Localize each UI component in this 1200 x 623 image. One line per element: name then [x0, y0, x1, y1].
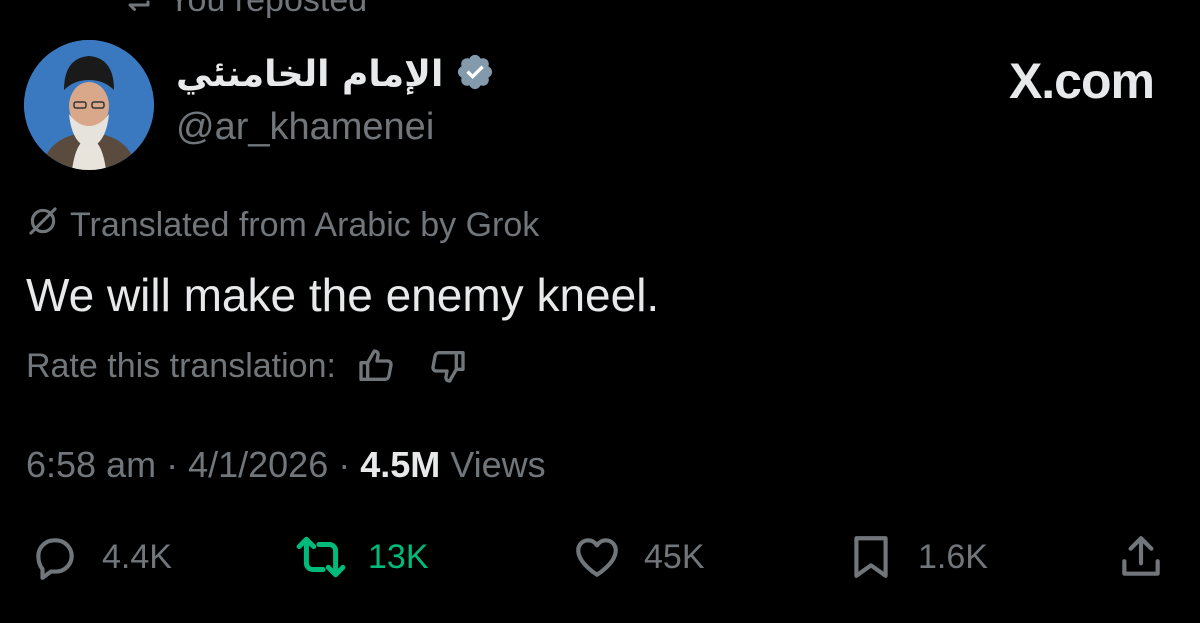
heart-icon — [576, 538, 618, 577]
thumbs-down-icon — [431, 350, 465, 383]
translation-notice: Translated from Arabic by Grok — [26, 204, 539, 247]
rate-translation-label: Rate this translation: — [26, 346, 336, 385]
repost-icon — [296, 536, 346, 578]
repost-banner-icon — [118, 0, 154, 23]
meta-separator: · — [156, 444, 189, 485]
avatar[interactable] — [24, 40, 154, 170]
verified-badge-icon — [455, 52, 495, 97]
repost-banner: You reposted — [118, 0, 367, 23]
repost-button[interactable]: 13K — [296, 532, 429, 582]
translation-notice-text: Translated from Arabic by Grok — [70, 206, 540, 244]
brand-watermark: X.com — [1008, 53, 1155, 109]
grok-icon — [26, 204, 60, 247]
tweet-time[interactable]: 6:58 am — [26, 444, 156, 485]
like-button[interactable]: 45K — [572, 532, 705, 582]
tweet-actions: 4.4K 13K 45K 1.6K — [0, 532, 1200, 592]
thumbs-up-button[interactable] — [356, 346, 396, 386]
tweet-date[interactable]: 4/1/2026 — [188, 444, 328, 485]
views-label: Views — [440, 444, 546, 485]
reply-button[interactable]: 4.4K — [30, 532, 172, 582]
views-count: 4.5M — [360, 444, 441, 485]
repost-banner-text: You reposted — [168, 0, 368, 19]
thumbs-up-icon — [359, 349, 393, 382]
share-button[interactable] — [1116, 532, 1166, 582]
like-count: 45K — [644, 537, 705, 576]
share-icon — [1122, 536, 1160, 576]
bookmark-count: 1.6K — [918, 537, 988, 576]
thumbs-down-button[interactable] — [428, 346, 468, 386]
meta-separator: · — [328, 444, 361, 485]
author-display-name[interactable]: الإمام الخامنئي — [176, 54, 443, 95]
reply-icon — [36, 538, 74, 580]
tweet-meta: 6:58 am · 4/1/2026 · 4.5M Views — [26, 444, 546, 486]
reply-count: 4.4K — [102, 537, 172, 576]
tweet-text: We will make the enemy kneel. — [26, 269, 660, 321]
bookmark-icon — [854, 536, 888, 578]
author-handle[interactable]: @ar_khamenei — [176, 106, 434, 149]
bookmark-button[interactable]: 1.6K — [846, 532, 988, 582]
author-name-row[interactable]: الإمام الخامنئي — [176, 52, 495, 97]
rate-translation-row: Rate this translation: — [26, 346, 468, 386]
repost-count: 13K — [368, 537, 429, 576]
